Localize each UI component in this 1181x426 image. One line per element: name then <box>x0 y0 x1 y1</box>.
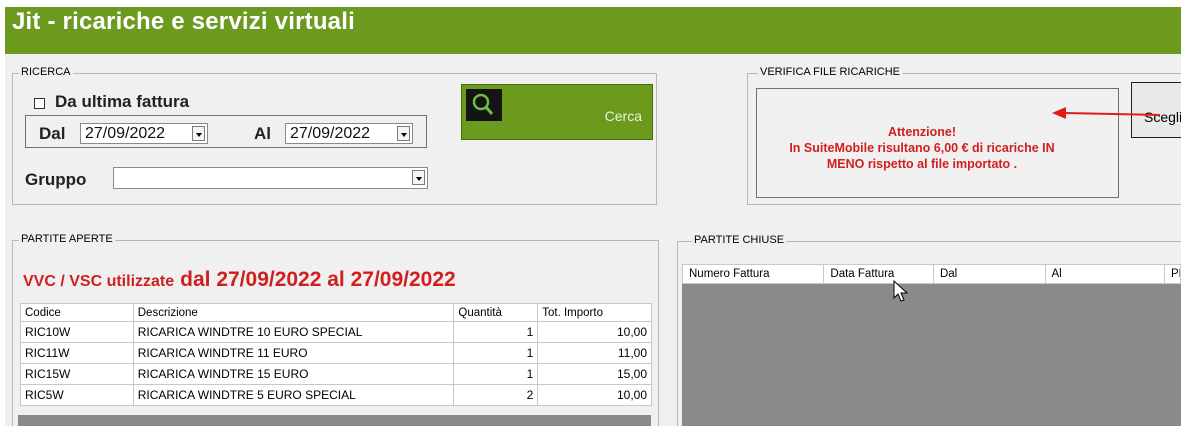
cell-descrizione: RICARICA WINDTRE 15 EURO <box>132 363 455 385</box>
al-date-picker[interactable]: 27/09/2022 <box>285 123 413 144</box>
dal-label: Dal <box>39 124 66 143</box>
col-data-fattura[interactable]: Data Fattura <box>824 265 934 283</box>
al-dropdown-arrow-icon[interactable] <box>397 126 410 141</box>
col-quantita[interactable]: Quantità <box>453 303 539 322</box>
aperte-title-prefix: VVC / VSC utilizzate <box>23 273 175 290</box>
col-al[interactable]: Al <box>1046 265 1166 283</box>
verifica-group: VERIFICA FILE RICARICHE Attenzione! In S… <box>747 66 1181 205</box>
partite-aperte-table: Codice Descrizione Quantità Tot. Importo… <box>20 303 652 406</box>
title-bar: Jit - ricariche e servizi virtuali <box>0 0 1181 54</box>
gruppo-dropdown-arrow-icon[interactable] <box>412 170 425 185</box>
table-row[interactable]: RIC5W RICARICA WINDTRE 5 EURO SPECIAL 2 … <box>20 384 652 406</box>
alert-line-3: MENO rispetto al file importato . <box>826 157 1018 171</box>
table-empty-area <box>18 415 651 426</box>
red-arrow-annotation-icon <box>1052 107 1160 119</box>
cell-codice: RIC10W <box>20 321 134 343</box>
cell-descrizione: RICARICA WINDTRE 10 EURO SPECIAL <box>132 321 455 343</box>
gruppo-select[interactable] <box>113 167 428 189</box>
da-ultima-fattura-checkbox[interactable] <box>34 97 45 109</box>
alert-message: Attenzione! In SuiteMobile risultano 6,0… <box>757 124 1087 172</box>
cell-descrizione: RICARICA WINDTRE 11 EURO <box>132 342 455 364</box>
table-row[interactable]: RIC11W RICARICA WINDTRE 11 EURO 1 11,00 <box>20 342 652 364</box>
cell-quantita: 1 <box>453 321 539 343</box>
al-date-value: 27/09/2022 <box>290 125 371 142</box>
cell-quantita: 2 <box>453 384 539 406</box>
cell-importo: 11,00 <box>537 342 652 364</box>
table-row[interactable]: RIC15W RICARICA WINDTRE 15 EURO 1 15,00 <box>20 363 652 385</box>
col-dal[interactable]: Dal <box>934 265 1046 283</box>
cell-quantita: 1 <box>453 342 539 364</box>
col-pd[interactable]: PD <box>1165 265 1180 283</box>
cell-descrizione: RICARICA WINDTRE 5 EURO SPECIAL <box>132 384 455 406</box>
partite-chiuse-grid[interactable] <box>682 264 1181 426</box>
col-tot-importo[interactable]: Tot. Importo <box>537 303 652 322</box>
col-codice[interactable]: Codice <box>20 303 134 322</box>
dal-date-value: 27/09/2022 <box>85 125 166 142</box>
partite-aperte-legend: PARTITE APERTE <box>19 233 115 245</box>
dal-dropdown-arrow-icon[interactable] <box>192 126 205 141</box>
dal-date-picker[interactable]: 27/09/2022 <box>80 123 208 144</box>
partite-chiuse-header: Numero Fattura Data Fattura Dal Al PD <box>682 264 1181 284</box>
cell-codice: RIC11W <box>20 342 134 364</box>
cell-importo: 15,00 <box>537 363 652 385</box>
gruppo-label: Gruppo <box>25 170 87 189</box>
al-label: Al <box>254 124 271 143</box>
col-descrizione[interactable]: Descrizione <box>132 303 455 322</box>
aperte-title: VVC / VSC utilizzate dal 27/09/2022 al 27… <box>23 268 456 292</box>
cell-quantita: 1 <box>453 363 539 385</box>
cerca-label: Cerca <box>604 108 642 124</box>
cell-codice: RIC15W <box>20 363 134 385</box>
da-ultima-fattura-row[interactable]: Da ultima fattura <box>34 92 189 112</box>
window-title: Jit - ricariche e servizi virtuali <box>12 8 355 35</box>
search-icon <box>466 89 502 121</box>
ricerca-legend: RICERCA <box>19 66 73 78</box>
cell-importo: 10,00 <box>537 321 652 343</box>
alert-line-1: Attenzione! <box>887 125 957 139</box>
mouse-cursor-icon <box>893 280 909 302</box>
alert-line-2: In SuiteMobile risultano 6,00 € di ricar… <box>789 141 1055 155</box>
col-numero-fattura[interactable]: Numero Fattura <box>683 265 825 283</box>
cerca-button[interactable]: Cerca <box>461 84 653 140</box>
da-ultima-fattura-label: Da ultima fattura <box>55 92 190 111</box>
verifica-legend: VERIFICA FILE RICARICHE <box>758 66 902 78</box>
table-header-row: Codice Descrizione Quantità Tot. Importo <box>20 303 652 322</box>
aperte-title-range: dal 27/09/2022 al 27/09/2022 <box>180 268 456 291</box>
cell-importo: 10,00 <box>537 384 652 406</box>
table-row[interactable]: RIC10W RICARICA WINDTRE 10 EURO SPECIAL … <box>20 321 652 343</box>
cell-codice: RIC5W <box>20 384 134 406</box>
partite-chiuse-legend: PARTITE CHIUSE <box>692 234 787 246</box>
